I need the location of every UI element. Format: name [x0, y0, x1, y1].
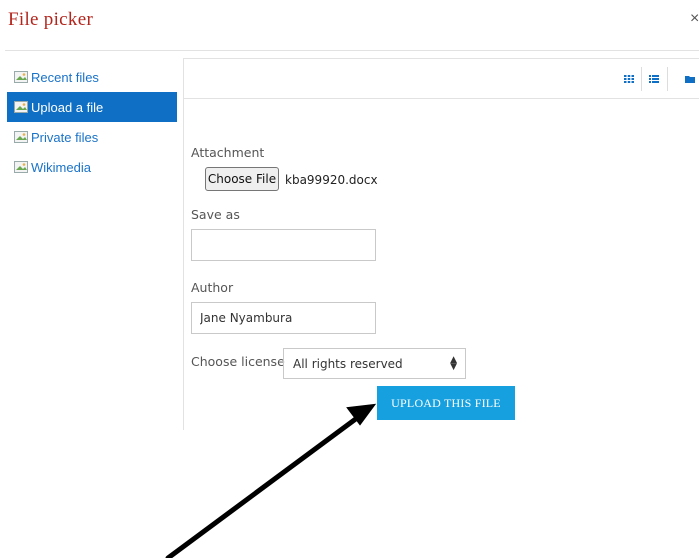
annotation-arrow — [165, 403, 377, 558]
